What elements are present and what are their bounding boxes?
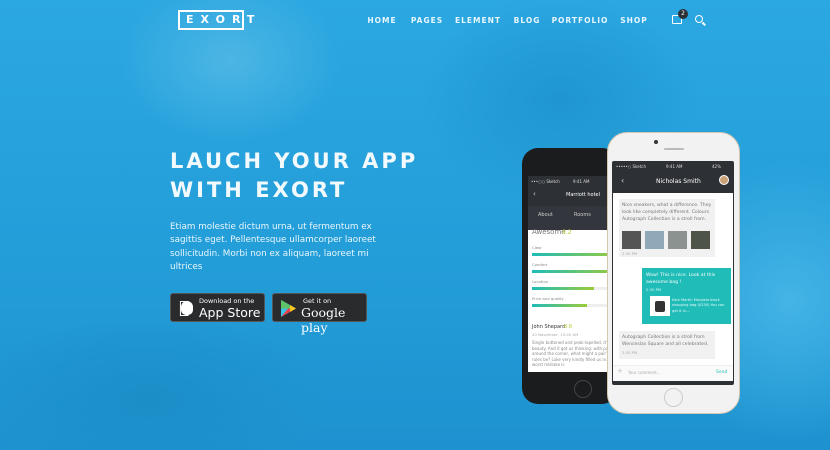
- googleplay-small: Get it on: [303, 297, 332, 305]
- battery: 42%: [712, 164, 721, 169]
- hero-paragraph: Etiam molestie dictum urna, ut fermentum…: [170, 222, 376, 272]
- google-play-button[interactable]: Get it on Google play: [272, 293, 367, 335]
- back-icon[interactable]: ‹: [533, 190, 536, 198]
- title-line-2: WITH EXORT: [170, 178, 348, 202]
- play-icon: [281, 300, 296, 317]
- nav-pages[interactable]: PAGES: [411, 16, 443, 25]
- status-time: 9:41 AM: [573, 179, 590, 184]
- rating-value: 9.2: [562, 229, 572, 236]
- rating-bar: [532, 253, 618, 256]
- product-text: Nice Martin Margiela black shopping bag …: [672, 298, 725, 313]
- title-line-1: LAUCH YOUR APP: [170, 149, 419, 173]
- home-button: [664, 388, 683, 407]
- tab-rooms[interactable]: Rooms: [574, 212, 591, 218]
- rating-label: Awesome: [532, 228, 566, 236]
- back-icon[interactable]: ‹: [621, 176, 624, 185]
- home-button: [574, 380, 592, 398]
- avatar[interactable]: [719, 175, 729, 185]
- main-nav: HOME PAGES ELEMENT BLOG PORTFOLIO SHOP: [0, 15, 830, 27]
- hotel-screen: •••○○ Sketch 9:41 AM ‹ Marriott hotel Ab…: [528, 176, 618, 372]
- message-2-time: 2:30 PM: [646, 287, 662, 292]
- phone-back: •••○○ Sketch 9:41 AM ‹ Marriott hotel Ab…: [522, 148, 618, 404]
- search-icon[interactable]: [695, 15, 703, 23]
- rating-bar: [532, 270, 618, 273]
- nav-blog[interactable]: BLOG: [514, 16, 541, 25]
- apple-logo-shape: [181, 301, 193, 315]
- bar-label: Price and quality: [532, 296, 564, 301]
- comment-input[interactable]: Your comment...: [628, 370, 661, 375]
- hotel-title: Marriott hotel: [566, 192, 601, 198]
- nav-shop[interactable]: SHOP: [620, 16, 648, 25]
- rating-bar-fill: [532, 270, 618, 273]
- cart-count-badge: 2: [678, 9, 688, 19]
- bar-label: Comfort: [532, 262, 548, 267]
- app-store-button[interactable]:  Download on the App Store: [170, 293, 265, 322]
- review-text: Single buttoned and peak-lapelled, it's …: [532, 340, 618, 367]
- appstore-small: Download on the: [199, 297, 255, 305]
- bar-label: Clear: [532, 245, 542, 250]
- rating-bar: [532, 304, 618, 307]
- appstore-big: App Store: [199, 305, 261, 320]
- rating-bar-fill: [532, 287, 594, 290]
- bag-image: [655, 301, 665, 312]
- tab-about[interactable]: About: [538, 212, 553, 218]
- message-1: Nice sneakers, what a difference. They l…: [622, 203, 712, 222]
- hero-title: LAUCH YOUR APP WITH EXORT: [170, 147, 418, 205]
- message-2: Wow! This is nice. Look at this awesome …: [646, 273, 716, 285]
- bar-label: Location: [532, 279, 549, 284]
- nav-home[interactable]: HOME: [367, 16, 396, 25]
- review-score: 8.8: [564, 324, 572, 330]
- rating-bar-fill: [532, 304, 588, 307]
- rating-bar-fill: [532, 253, 618, 256]
- contact-name: Nicholas Smith: [656, 178, 701, 185]
- nav-element[interactable]: ELEMENT: [455, 16, 501, 25]
- googleplay-big: Google play: [301, 305, 346, 335]
- review-name: John Shepard: [532, 324, 566, 330]
- nav-portfolio[interactable]: PORTFOLIO: [552, 16, 609, 25]
- review-date: 20 November, 10:40 AM: [532, 332, 579, 337]
- phone-front: •••••○ Sketch 9:41 AM 42% ‹ Nicholas Smi…: [607, 132, 740, 414]
- plus-icon[interactable]: +: [617, 367, 623, 375]
- chat-screen: •••••○ Sketch 9:41 AM 42% ‹ Nicholas Smi…: [612, 161, 734, 385]
- status-carrier: •••○○ Sketch: [531, 179, 560, 184]
- send-button[interactable]: Send: [716, 370, 727, 375]
- rating-bar: [532, 287, 618, 290]
- message-3-time: 2:30 PM: [622, 350, 638, 355]
- status-time: 9:41 AM: [666, 164, 683, 169]
- message-1-time: 2:30 PM: [622, 251, 638, 256]
- status-carrier: •••••○ Sketch: [616, 164, 647, 169]
- message-3: Autograph Collection is a stroll from We…: [622, 335, 709, 347]
